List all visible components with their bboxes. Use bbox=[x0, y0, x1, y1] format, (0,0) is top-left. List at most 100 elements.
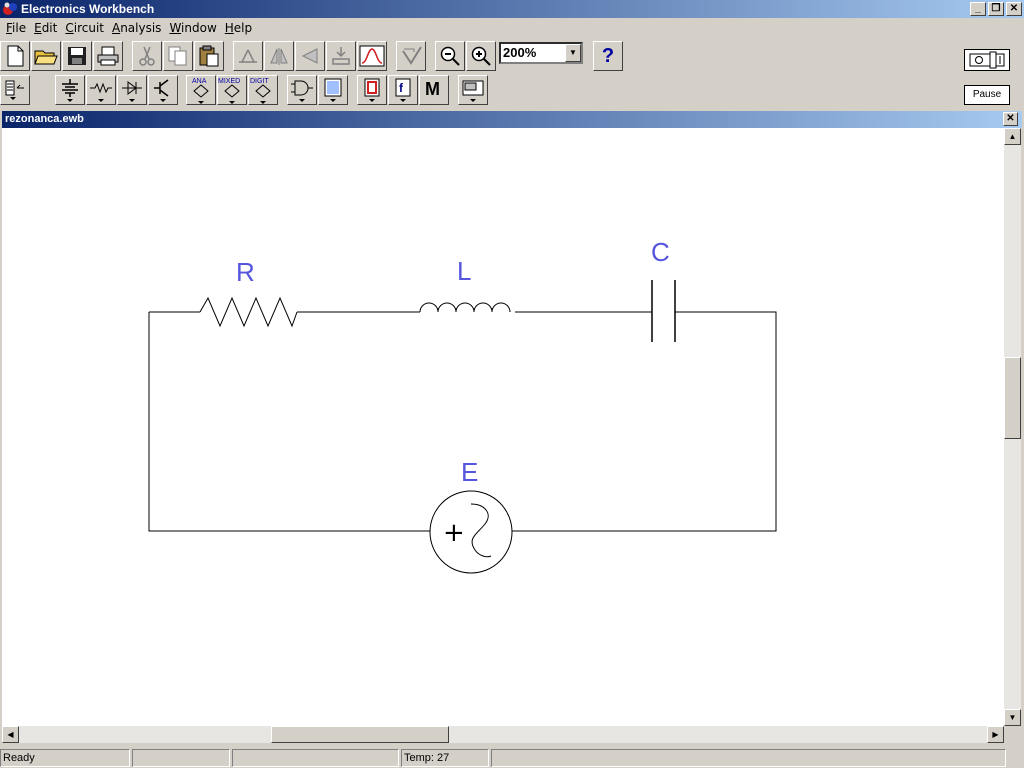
status-bar: Ready Temp: 27 bbox=[0, 749, 1024, 768]
zoom-out-icon bbox=[440, 46, 460, 66]
indicators-bin-button[interactable] bbox=[357, 75, 387, 105]
flip-horizontal-icon bbox=[270, 48, 288, 65]
zoom-out-button[interactable] bbox=[435, 41, 465, 71]
analog-ics-bin-button[interactable]: ANA bbox=[186, 75, 216, 105]
power-switch-icon bbox=[969, 51, 1005, 69]
horizontal-scroll-thumb[interactable] bbox=[271, 726, 449, 743]
svg-text:DIGIT: DIGIT bbox=[250, 78, 269, 85]
capacitor-symbol[interactable] bbox=[651, 280, 676, 342]
menu-window[interactable]: Window bbox=[165, 21, 220, 35]
scroll-right-button[interactable]: ▶ bbox=[987, 726, 1004, 743]
source-polarity-plus: + bbox=[443, 518, 465, 548]
status-panel-empty-2 bbox=[232, 749, 399, 767]
power-switch[interactable] bbox=[964, 49, 1010, 71]
diodes-bin-button[interactable] bbox=[117, 75, 147, 105]
digital-ics-bin-button[interactable]: DIGIT bbox=[248, 75, 278, 105]
app-icon[interactable] bbox=[2, 2, 18, 16]
svg-text:MIXED: MIXED bbox=[218, 78, 240, 85]
subcircuit-icon bbox=[332, 47, 350, 65]
rotate-icon bbox=[239, 49, 257, 63]
document-title: rezonanca.ewb bbox=[5, 113, 84, 125]
scroll-left-button[interactable]: ◀ bbox=[2, 726, 19, 743]
chevron-down-icon[interactable]: ▼ bbox=[565, 44, 581, 62]
indicator-icon bbox=[364, 78, 380, 102]
help-button[interactable]: ? bbox=[593, 41, 623, 71]
scroll-up-button[interactable]: ▲ bbox=[1004, 128, 1021, 145]
close-button[interactable]: ✕ bbox=[1006, 2, 1022, 16]
print-button[interactable] bbox=[93, 41, 123, 71]
menu-help[interactable]: Help bbox=[221, 21, 256, 35]
battery-icon bbox=[62, 79, 78, 102]
new-file-button[interactable] bbox=[0, 41, 30, 71]
minimize-button[interactable]: _ bbox=[970, 2, 986, 16]
restore-button[interactable]: ❐ bbox=[988, 2, 1004, 16]
analog-ic-icon: ANA bbox=[192, 78, 209, 104]
paste-icon bbox=[199, 45, 219, 67]
copy-icon bbox=[168, 46, 187, 66]
circuit-canvas[interactable]: R L C + E bbox=[2, 128, 1004, 726]
resistor-icon bbox=[90, 82, 112, 102]
menu-circuit[interactable]: Circuit bbox=[61, 21, 108, 35]
copy-button[interactable] bbox=[163, 41, 193, 71]
misc-icon: M bbox=[425, 79, 440, 99]
subcircuit-button[interactable] bbox=[326, 41, 356, 71]
rotate-button[interactable] bbox=[233, 41, 263, 71]
mixed-ic-icon: MIXED bbox=[218, 78, 240, 104]
flipflop-icon bbox=[324, 78, 342, 102]
pause-button[interactable]: Pause bbox=[964, 85, 1010, 105]
logic-gates-bin-button[interactable] bbox=[287, 75, 317, 105]
resistor-symbol[interactable] bbox=[199, 296, 298, 328]
zoom-in-icon bbox=[471, 46, 491, 66]
svg-text:M: M bbox=[425, 79, 440, 99]
flip-vertical-icon bbox=[301, 48, 318, 64]
menu-bar: File Edit Circuit Analysis Window Help bbox=[0, 18, 1024, 38]
sources-bin-button[interactable] bbox=[55, 75, 85, 105]
menu-file[interactable]: File bbox=[2, 21, 30, 35]
cut-button[interactable] bbox=[132, 41, 162, 71]
new-file-icon bbox=[7, 45, 24, 67]
capacitor-label: C bbox=[651, 237, 670, 267]
status-panel-empty-1 bbox=[132, 749, 230, 767]
open-folder-icon bbox=[34, 50, 58, 65]
menu-edit[interactable]: Edit bbox=[30, 21, 61, 35]
graph-button[interactable] bbox=[357, 41, 387, 71]
resistor-label: R bbox=[236, 257, 255, 287]
scissors-icon bbox=[139, 46, 155, 66]
favorites-bin-icon bbox=[5, 80, 24, 100]
scroll-corner bbox=[1004, 726, 1021, 743]
controls-bin-button[interactable]: f bbox=[388, 75, 418, 105]
basic-bin-button[interactable] bbox=[86, 75, 116, 105]
scroll-down-button[interactable]: ▼ bbox=[1004, 709, 1021, 726]
flip-horizontal-button[interactable] bbox=[264, 41, 294, 71]
document-title-bar: rezonanca.ewb ✕ bbox=[2, 111, 1022, 128]
flip-vertical-button[interactable] bbox=[295, 41, 325, 71]
paste-button[interactable] bbox=[194, 41, 224, 71]
temperature-label: Temp: bbox=[404, 752, 434, 764]
printer-icon bbox=[97, 46, 119, 66]
document-close-button[interactable]: ✕ bbox=[1003, 112, 1018, 126]
logic-gate-icon bbox=[291, 80, 313, 102]
diode-icon bbox=[122, 81, 142, 102]
vertical-scrollbar[interactable]: ▲ ▼ bbox=[1004, 128, 1021, 726]
graph-icon bbox=[359, 45, 385, 67]
mixed-ics-bin-button[interactable]: MIXED bbox=[217, 75, 247, 105]
transistors-bin-button[interactable] bbox=[148, 75, 178, 105]
open-file-button[interactable] bbox=[31, 41, 61, 71]
vertical-scroll-thumb[interactable] bbox=[1004, 357, 1021, 439]
horizontal-scrollbar[interactable]: ◀ ▶ bbox=[2, 726, 1004, 743]
component-properties-button[interactable] bbox=[396, 41, 426, 71]
instruments-bin-button[interactable] bbox=[458, 75, 488, 105]
zoom-in-button[interactable] bbox=[466, 41, 496, 71]
save-button[interactable] bbox=[62, 41, 92, 71]
inductor-symbol[interactable] bbox=[419, 302, 511, 313]
favorites-bin-button[interactable] bbox=[0, 75, 30, 105]
zoom-level-select[interactable]: 200% ▼ bbox=[499, 42, 583, 64]
window-title: Electronics Workbench bbox=[21, 2, 155, 16]
menu-analysis[interactable]: Analysis bbox=[108, 21, 165, 35]
function-icon: f bbox=[395, 78, 411, 102]
properties-icon bbox=[402, 46, 422, 65]
floppy-disk-icon bbox=[68, 47, 86, 65]
status-temperature: Temp: 27 bbox=[401, 749, 489, 767]
digital-bin-button[interactable] bbox=[318, 75, 348, 105]
miscellaneous-bin-button[interactable]: M bbox=[419, 75, 449, 105]
